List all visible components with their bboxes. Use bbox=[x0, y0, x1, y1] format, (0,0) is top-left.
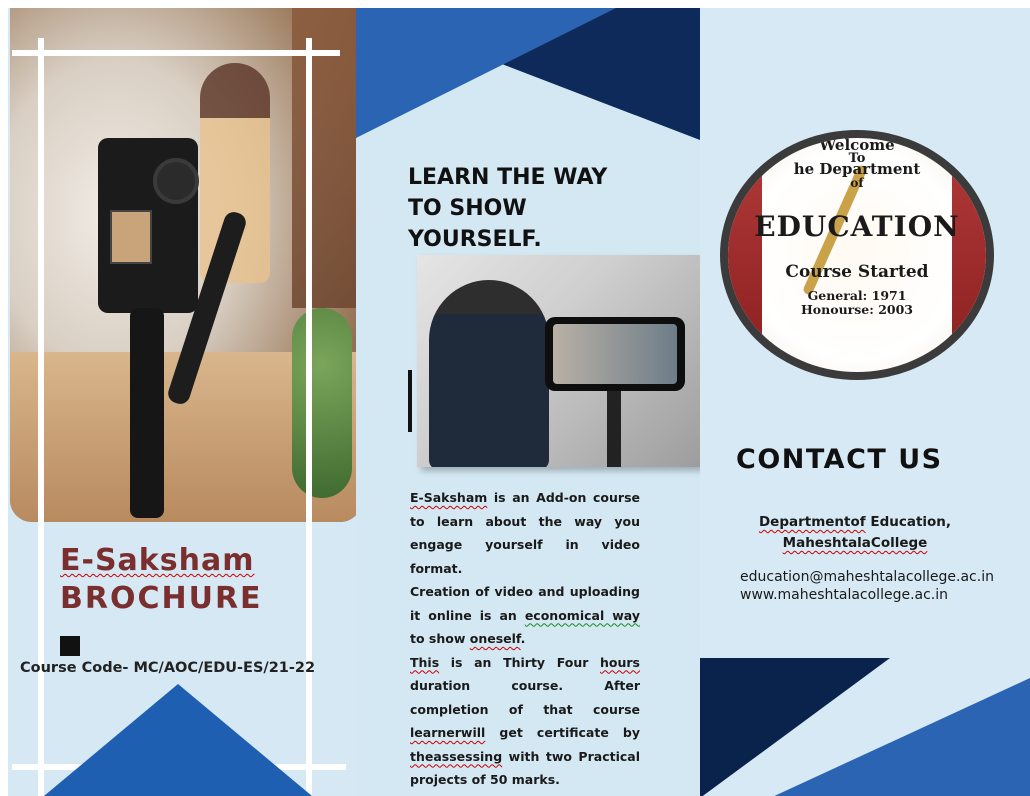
frame-line-right bbox=[306, 38, 312, 796]
frame-line-left bbox=[38, 38, 44, 796]
seal-honours-year: Honourse: 2003 bbox=[801, 302, 913, 317]
person-figure bbox=[429, 280, 549, 467]
seal-course-started: Course Started bbox=[785, 262, 929, 282]
department-name: Departmentof Education, MaheshtalaColleg… bbox=[758, 514, 952, 551]
phone-screen bbox=[553, 324, 677, 384]
vertical-bar bbox=[408, 370, 412, 432]
phone-icon bbox=[545, 317, 685, 391]
blue-triangle-decoration bbox=[44, 684, 312, 796]
frame-line-top bbox=[12, 50, 340, 56]
website-link[interactable]: www.maheshtalacollege.ac.in bbox=[740, 586, 994, 604]
course-description: E-Saksham is an Add-on course to learn a… bbox=[410, 486, 640, 792]
lens-shape bbox=[153, 158, 199, 204]
department-seal: Welcome To he Department of EDUCATION Co… bbox=[720, 130, 994, 380]
phone-recording-photo bbox=[417, 255, 700, 467]
headline: LEARN THE WAY TO SHOW YOURSELF. bbox=[408, 165, 608, 252]
email-link[interactable]: education@maheshtalacollege.ac.in bbox=[740, 568, 994, 586]
black-square-bullet bbox=[60, 636, 80, 656]
left-panel: E-Saksham BROCHURE Course Code- MC/AOC/E… bbox=[8, 8, 356, 796]
gimbal-handle bbox=[130, 308, 164, 518]
course-code: Course Code- MC/AOC/EDU-ES/21-22 bbox=[20, 660, 316, 676]
camera-screen bbox=[110, 210, 152, 264]
brochure-title: E-Saksham bbox=[60, 543, 255, 578]
middle-panel: LEARN THE WAY TO SHOW YOURSELF. E-Saksha… bbox=[356, 8, 700, 796]
seal-inner: Welcome To he Department of EDUCATION Co… bbox=[728, 138, 986, 372]
paragraph-intro: E-Saksham is an Add-on course to learn a… bbox=[410, 490, 640, 576]
camera-gimbal-photo bbox=[10, 8, 356, 522]
contact-details: education@maheshtalacollege.ac.in www.ma… bbox=[740, 568, 994, 604]
seal-general-year: General: 1971 bbox=[807, 288, 907, 303]
right-panel: Welcome To he Department of EDUCATION Co… bbox=[700, 8, 1030, 796]
paragraph-creation: Creation of video and uploading it onlin… bbox=[410, 584, 640, 646]
camera-icon bbox=[98, 138, 199, 313]
paragraph-duration: This is an Thirty Four hours duration co… bbox=[410, 654, 640, 788]
tripod-shape bbox=[607, 391, 621, 467]
contact-title: CONTACT US bbox=[736, 444, 943, 475]
seal-of: of bbox=[850, 176, 864, 190]
plant-shape bbox=[292, 308, 352, 498]
seal-education: EDUCATION bbox=[754, 210, 960, 243]
brochure-subtitle: BROCHURE bbox=[60, 581, 263, 616]
blue-triangle-decoration bbox=[356, 8, 616, 138]
navy-triangle-decoration bbox=[700, 658, 890, 796]
